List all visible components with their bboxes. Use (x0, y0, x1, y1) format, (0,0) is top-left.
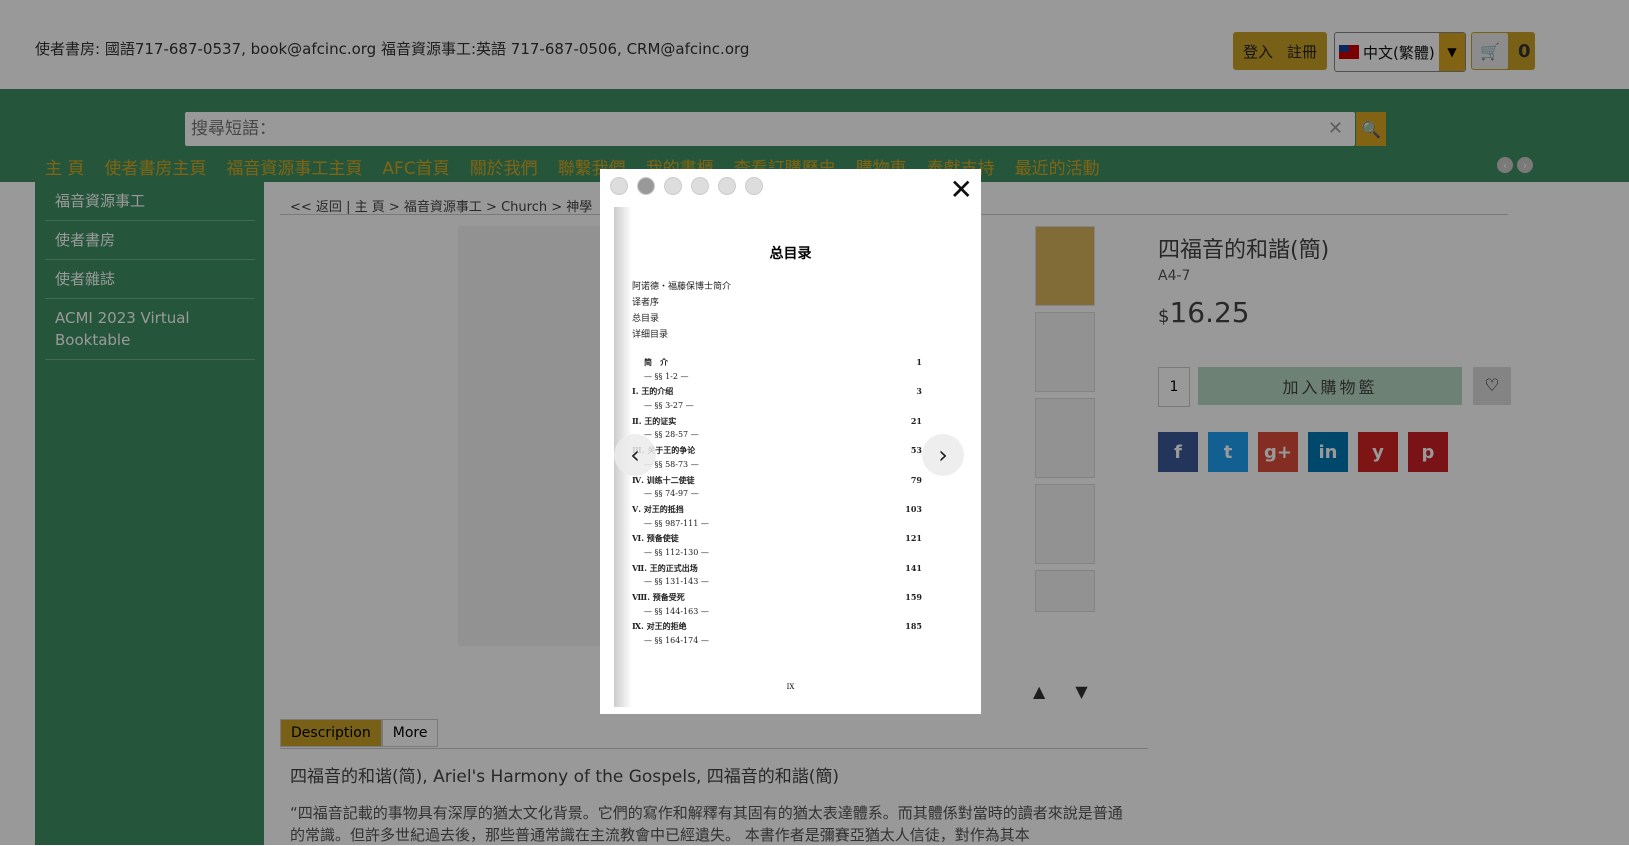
toc-label: Ⅷ. 预备受死 (632, 592, 685, 602)
toc-label: Ⅵ. 预备使徒 (632, 533, 679, 544)
toc-row: Ⅲ. 关于王的争论 53 (632, 445, 922, 460)
toc-row: Ⅷ. 预备受死 159 (632, 592, 922, 607)
toc-row: — §§ 987-111 — (632, 519, 922, 534)
toc-row: Ⅵ. 预备使徒 121 (632, 533, 922, 548)
toc-page: 3 (916, 386, 922, 397)
toc-row: 简 介 1 (632, 357, 922, 372)
front-matter-item: 详细目录 (632, 330, 669, 340)
toc-row: — §§ 28-57 — (632, 430, 922, 445)
toc-label: Ⅰ. 王的介绍 (632, 386, 674, 397)
toc-row: — §§ 131-143 — (632, 577, 922, 592)
toc-label: 简 介 (644, 357, 668, 367)
toc-page: 141 (905, 562, 922, 573)
toc-page: 121 (905, 533, 922, 544)
toc-page: 1 (916, 357, 922, 367)
front-matter-item: 阿诺德・福藤保博士简介 (632, 282, 732, 292)
book-page-image: 总目录 阿诺德・福藤保博士简介 译者序 总目录 详细目录 简 介 1 — §§ 1… (614, 207, 967, 707)
front-matter-item: 总目录 (632, 314, 660, 324)
toc-row: Ⅸ. 对王的拒绝 185 (632, 621, 922, 636)
toc-row: — §§ 144-163 — (632, 607, 922, 622)
toc-page: 159 (905, 592, 922, 602)
close-icon[interactable]: ✕ (950, 173, 973, 206)
toc-row: — §§ 112-130 — (632, 548, 922, 563)
toc-row: Ⅶ. 王的正式出场 141 (632, 563, 922, 578)
toc-row: — §§ 58-73 — (632, 460, 922, 475)
carousel-prev-button[interactable]: ‹ (614, 434, 656, 476)
toc-label: — §§ 164-174 — (644, 636, 709, 646)
front-matter: 阿诺德・福藤保博士简介 译者序 总目录 详细目录 (632, 279, 731, 343)
toc-label: — §§ 74-97 — (644, 489, 699, 499)
toc-heading: 总目录 (769, 246, 812, 262)
carousel-next-button[interactable]: › (922, 434, 964, 476)
toc-label: — §§ 1-2 — (644, 371, 689, 381)
carousel-dot[interactable] (691, 177, 709, 195)
toc-label: Ⅸ. 对王的拒绝 (632, 621, 687, 632)
toc-row: Ⅳ. 训练十二使徒 79 (632, 475, 922, 490)
front-matter-item: 译者序 (632, 298, 660, 308)
carousel-dot-active[interactable] (637, 177, 655, 195)
toc-row: Ⅴ. 对王的抵挡 103 (632, 504, 922, 519)
toc-page: 79 (910, 474, 922, 485)
toc-label: — §§ 3-27 — (644, 401, 694, 411)
toc-list: 简 介 1 — §§ 1-2 — Ⅰ. 王的介绍 3 — §§ 3-27 — Ⅱ. … (632, 357, 922, 651)
carousel-dot[interactable] (664, 177, 682, 195)
toc-page: 185 (905, 621, 922, 632)
toc-label: — §§ 131-143 — (644, 577, 709, 587)
toc-label: — §§ 144-163 — (644, 606, 709, 616)
toc-label: Ⅳ. 训练十二使徒 (632, 474, 695, 485)
toc-label: — §§ 28-57 — (644, 430, 699, 440)
toc-label: — §§ 112-130 — (644, 547, 709, 557)
toc-row: Ⅱ. 王的证实 21 (632, 416, 922, 431)
toc-label: Ⅶ. 王的正式出场 (632, 562, 698, 573)
chevron-right-icon: › (938, 441, 948, 469)
chevron-left-icon: ‹ (630, 441, 640, 469)
toc-page: 21 (910, 415, 922, 426)
image-lightbox: ✕ 总目录 阿诺德・福藤保博士简介 译者序 总目录 详细目录 简 介 1 — §§… (600, 169, 981, 714)
toc-row: Ⅰ. 王的介绍 3 (632, 386, 922, 401)
toc-page: 53 (910, 445, 922, 456)
toc-row: — §§ 1-2 — (632, 372, 922, 387)
toc-row: — §§ 74-97 — (632, 489, 922, 504)
carousel-dot[interactable] (718, 177, 736, 195)
toc-label: — §§ 987-111 — (644, 518, 709, 528)
toc-label: Ⅱ. 王的证实 (632, 415, 677, 426)
toc-page: 103 (905, 503, 922, 514)
page-number: IX (786, 683, 795, 691)
toc-label: Ⅴ. 对王的抵挡 (632, 503, 684, 514)
carousel-dot[interactable] (610, 177, 628, 195)
toc-row: — §§ 164-174 — (632, 636, 922, 651)
carousel-dot[interactable] (745, 177, 763, 195)
toc-row: — §§ 3-27 — (632, 401, 922, 416)
carousel-dots (610, 177, 763, 195)
